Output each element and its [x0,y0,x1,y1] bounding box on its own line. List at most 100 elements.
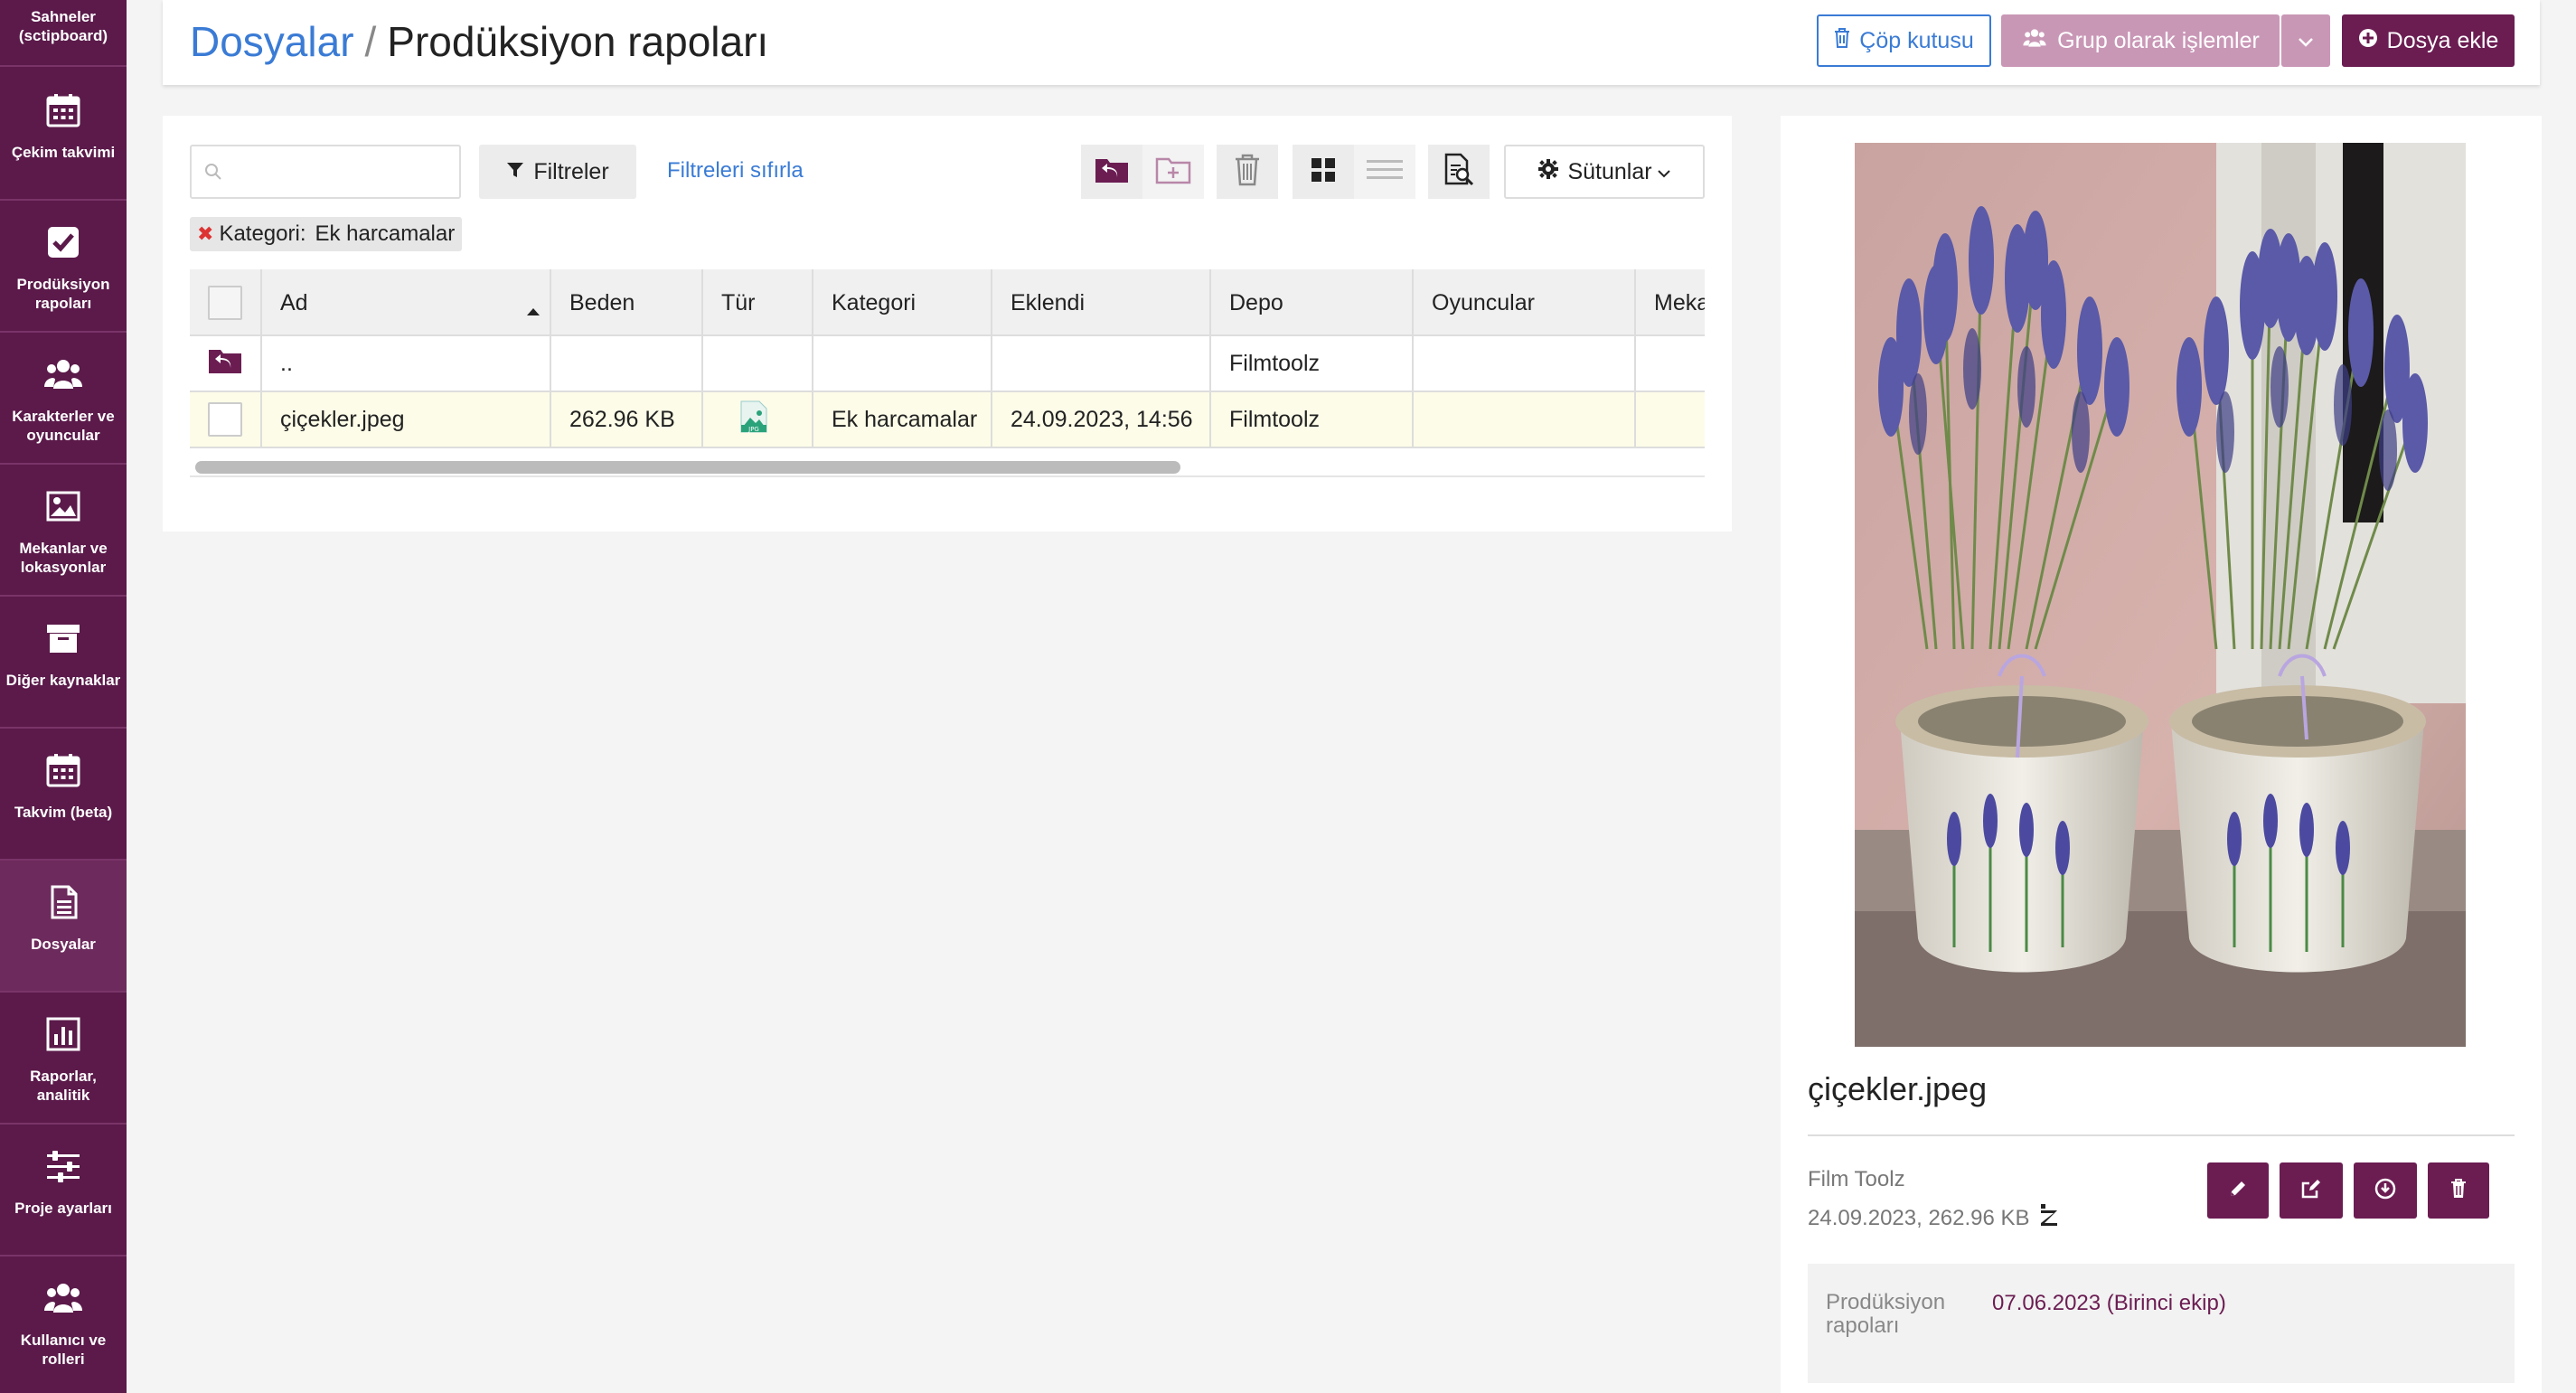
cell-actors [1414,336,1636,391]
parent-icon-cell [190,336,262,391]
column-header-label: Kategori [832,289,917,315]
check-square-icon [43,222,83,262]
filters-label: Filtreler [533,158,609,184]
preview-toggle-button[interactable] [1428,145,1490,199]
select-all-checkbox[interactable] [208,286,242,320]
column-header-label: Meka [1654,289,1705,315]
calendar-icon [43,750,83,790]
cell-added: 24.09.2023, 14:56 [992,392,1211,447]
sidebar-item-label: Takvim (beta) [14,804,113,821]
table-row-parent[interactable]: .. Filmtoolz [190,336,1705,392]
sidebar-item-label: Proje ayarları [14,1200,112,1217]
filter-chip-value: Ek harcamalar [315,221,456,246]
folder-plus-icon [1155,155,1191,189]
filter-icon [506,159,524,185]
breadcrumb: Dosyalar / Prodüksiyon rapoları [190,16,768,67]
sort-ascending-icon [526,296,541,323]
download-circle-icon [2374,1178,2396,1204]
users-icon [43,1278,83,1318]
column-header-name[interactable]: Ad [262,269,551,336]
sidebar-item-characters[interactable]: Karakterler ve oyuncular [0,333,127,465]
trash-button[interactable]: Çöp kutusu [1817,14,1991,67]
search-input[interactable] [190,145,461,199]
parent-folder-button[interactable] [1081,145,1142,199]
group-actions-dropdown-button[interactable] [2281,14,2330,67]
page-title: Prodüksiyon rapoları [387,18,769,65]
cell-type: JPG [703,392,813,447]
row-select-cell [190,392,262,447]
list-view-button[interactable] [1354,145,1415,199]
delete-file-button[interactable] [2428,1162,2489,1219]
file-preview-panel: çiçekler.jpeg Film Toolz 24.09.2023, 262… [1781,116,2542,1393]
columns-label: Sütunlar [1567,158,1652,184]
reset-filters-link[interactable]: Filtreleri sıfırla [667,158,804,184]
column-header-label: Depo [1229,289,1283,315]
rename-button[interactable] [2207,1162,2269,1219]
preview-file-name: çiçekler.jpeg [1808,1070,1988,1107]
download-button[interactable] [2354,1162,2417,1219]
preview-owner: Film Toolz [1808,1167,1905,1191]
select-all-cell [190,269,262,336]
gear-icon [1538,158,1559,185]
cell-category: Ek harcamalar [813,392,992,447]
cell-place [1636,336,1705,391]
group-actions-button[interactable]: Grup olarak işlemler [2001,14,2280,67]
column-header-label: Beden [569,289,635,315]
sliders-icon [43,1146,83,1186]
cell-added [992,336,1211,391]
filter-chip: ✖ Kategori: Ek harcamalar [190,217,463,251]
sidebar-item-label: Mekanlar ve lokasyonlar [19,540,108,576]
image-icon [43,486,83,526]
sidebar-item-other-resources[interactable]: Diğer kaynaklar [0,597,127,729]
file-browser-panel: Filtreler Filtreleri sıfırla Sütunlar ✖ … [163,116,1732,532]
edit-square-icon [2300,1178,2322,1204]
chevron-down-icon [1657,159,1670,185]
sidebar-item-files[interactable]: Dosyalar [0,861,127,993]
sidebar-item-project-settings[interactable]: Proje ayarları [0,1125,127,1257]
remove-filter-icon[interactable]: ✖ [197,222,213,246]
scrollbar-thumb[interactable] [195,461,1180,474]
column-header-storage[interactable]: Depo [1211,269,1414,336]
sidebar-item-calendar-beta[interactable]: Takvim (beta) [0,729,127,861]
sidebar-item-locations[interactable]: Mekanlar ve lokasyonlar [0,465,127,597]
table-row[interactable]: çiçekler.jpeg 262.96 KB JPG Ek harcamala… [190,392,1705,448]
horizontal-scrollbar[interactable] [190,457,1705,477]
columns-dropdown-button[interactable]: Sütunlar [1504,145,1705,199]
users-icon [43,354,83,394]
trash-icon [1234,154,1261,191]
grid-view-button[interactable] [1293,145,1354,199]
sidebar-item-label: Çekim takvimi [11,144,116,161]
filters-button[interactable]: Filtreler [479,145,636,199]
cell-storage: Filmtoolz [1211,336,1414,391]
sidebar-item-scenes[interactable]: Sahneler (sctipboard) [0,0,127,67]
cell-size: 262.96 KB [551,392,703,447]
page-header: Dosyalar / Prodüksiyon rapoları Çöp kutusu… [163,0,2540,85]
pencil-icon [2228,1179,2248,1203]
trash-icon [1834,27,1850,54]
row-checkbox[interactable] [208,402,242,437]
delete-button[interactable] [1217,145,1278,199]
filter-chip-label: Kategori: [219,221,306,246]
sidebar-item-users[interactable]: Kullanıcı ve rolleri [0,1257,127,1393]
column-header-type[interactable]: Tür [703,269,813,336]
column-header-place[interactable]: Meka [1636,269,1705,336]
edit-button[interactable] [2280,1162,2343,1219]
column-header-label: Eklendi [1011,289,1085,315]
breadcrumb-root-link[interactable]: Dosyalar [190,18,354,65]
linked-reports-box: Prodüksiyon rapoları 07.06.2023 (Birinci… [1808,1264,2515,1383]
bar-chart-icon [43,1014,83,1054]
sidebar-item-label: Dosyalar [31,936,96,953]
sidebar-item-reports[interactable]: Raporlar, analitik [0,993,127,1125]
column-header-actors[interactable]: Oyuncular [1414,269,1636,336]
sidebar-item-label: Diğer kaynaklar [5,672,121,689]
linked-report-link[interactable]: 07.06.2023 (Birinci ekip) [1992,1291,2226,1316]
column-header-category[interactable]: Kategori [813,269,992,336]
table-header: Ad Beden Tür Kategori Eklendi Depo Oyunc… [190,269,1705,336]
new-folder-button[interactable] [1142,145,1204,199]
sidebar-item-production-reports[interactable]: Prodüksiyon rapoları [0,201,127,333]
sidebar-item-shooting-schedule[interactable]: Çekim takvimi [0,69,127,201]
cell-category [813,336,992,391]
column-header-size[interactable]: Beden [551,269,703,336]
add-file-button[interactable]: Dosya ekle [2342,14,2515,67]
column-header-added[interactable]: Eklendi [992,269,1211,336]
